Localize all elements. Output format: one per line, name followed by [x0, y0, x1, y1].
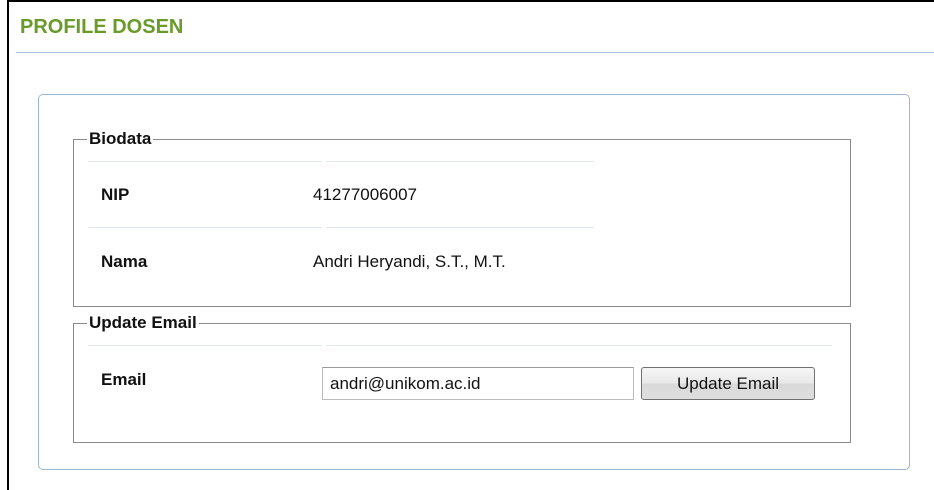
email-label: Email — [101, 370, 147, 389]
title-divider — [16, 52, 934, 53]
nama-label: Nama — [101, 252, 148, 271]
row-divider — [326, 345, 832, 346]
row-divider — [326, 227, 594, 228]
update-email-button[interactable]: Update Email — [641, 367, 815, 400]
biodata-fieldset: Biodata — [73, 129, 851, 307]
nama-value: Andri Heryandi, S.T., M.T. — [313, 252, 506, 271]
row-divider — [88, 345, 322, 346]
update-email-legend: Update Email — [89, 313, 197, 332]
biodata-legend: Biodata — [89, 129, 152, 148]
row-divider — [88, 161, 322, 162]
row-divider — [88, 227, 322, 228]
email-input[interactable] — [322, 367, 634, 400]
row-divider — [326, 161, 594, 162]
nip-value: 41277006007 — [313, 185, 418, 204]
page-title: PROFILE DOSEN — [20, 16, 184, 38]
nip-label: NIP — [101, 185, 130, 204]
